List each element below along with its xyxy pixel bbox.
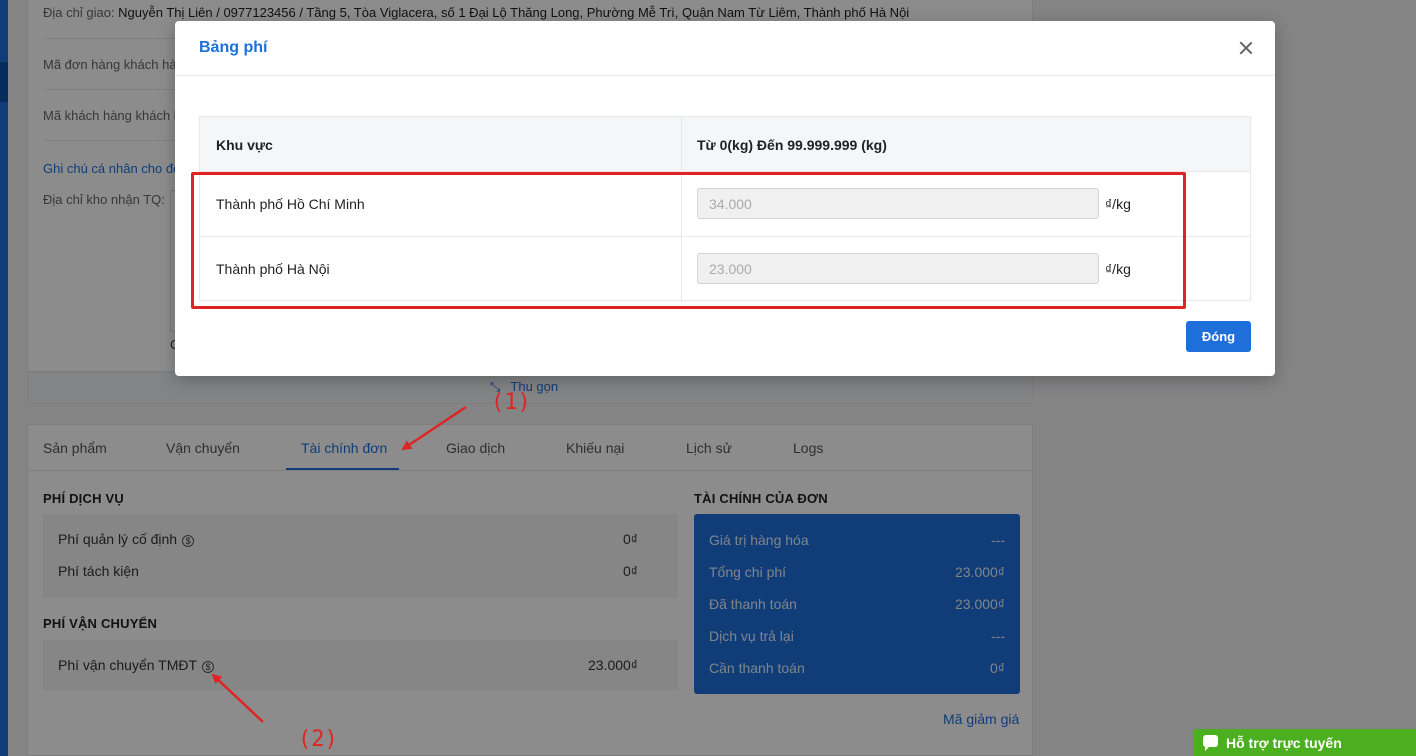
arrow-2: [211, 673, 264, 723]
annotation-arrows: [211, 405, 467, 723]
arrow-1: [401, 405, 467, 451]
